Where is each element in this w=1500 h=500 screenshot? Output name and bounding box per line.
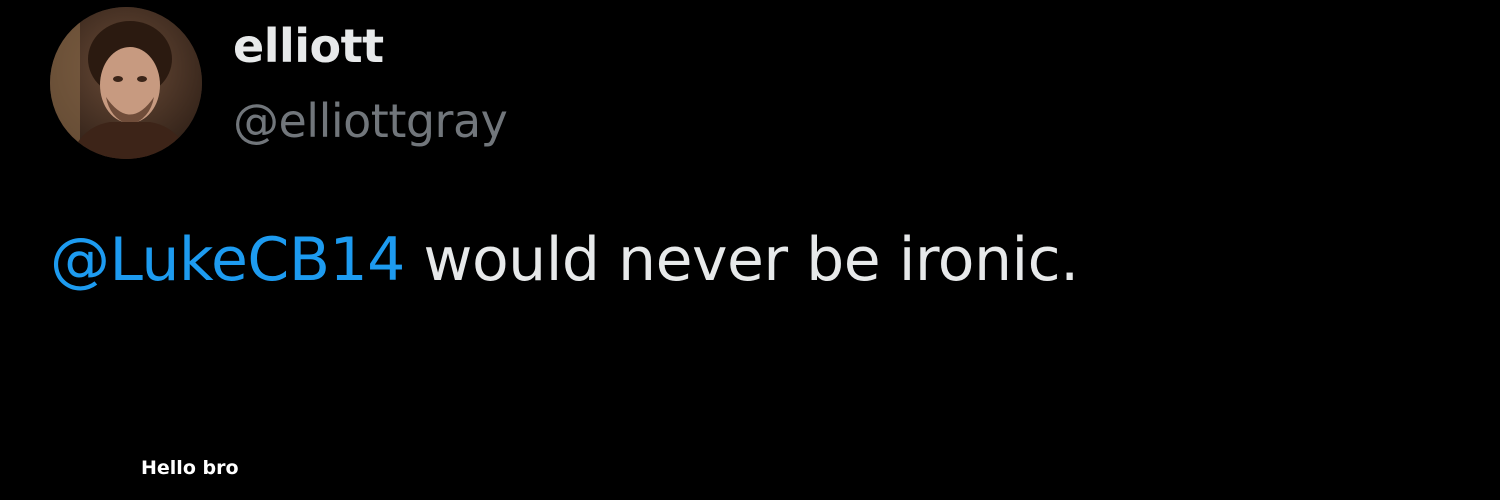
caption-text: Hello bro bbox=[141, 457, 239, 479]
tweet-screenshot: elliott @elliottgray @LukeCB14 would nev… bbox=[0, 0, 1500, 500]
author-display-name[interactable]: elliott bbox=[233, 15, 384, 77]
avatar-photo-icon bbox=[50, 7, 202, 159]
avatar[interactable] bbox=[50, 7, 202, 159]
mention-link[interactable]: @LukeCB14 bbox=[50, 225, 405, 295]
tweet-body: @LukeCB14 would never be ironic. bbox=[50, 222, 1079, 298]
tweet-body-text: would never be ironic. bbox=[404, 225, 1079, 295]
author-handle[interactable]: @elliottgray bbox=[233, 90, 508, 152]
